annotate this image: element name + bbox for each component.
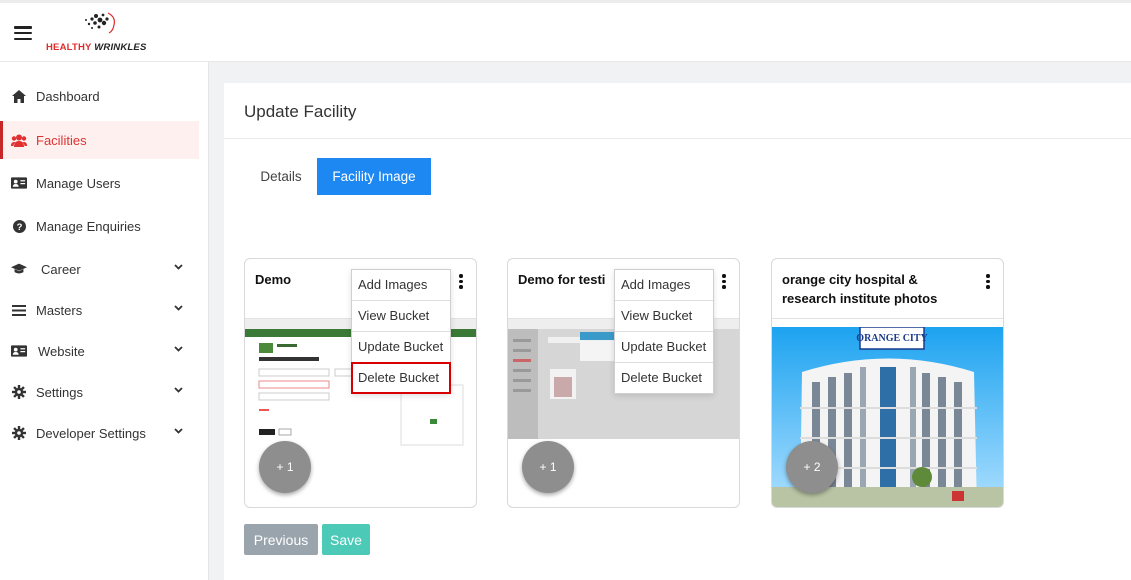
sidebar-item-website[interactable]: Website <box>0 332 199 370</box>
chevron-down-icon <box>174 264 183 270</box>
id-card-icon <box>11 343 27 359</box>
logo-text: HEALTHY WRINKLES <box>46 42 147 53</box>
kebab-menu-icon[interactable] <box>458 274 464 290</box>
update-bucket-menu-item[interactable]: Update Bucket <box>352 332 450 363</box>
sidebar-item-settings[interactable]: Settings <box>0 373 199 411</box>
svg-text:?: ? <box>16 222 22 233</box>
sidebar-item-manage-users[interactable]: Manage Users <box>0 164 199 202</box>
sidebar-item-career[interactable]: Career <box>0 250 199 288</box>
chevron-down-icon <box>174 305 183 311</box>
card-title: Demo <box>255 272 292 287</box>
sidebar-item-label: Career <box>41 261 81 277</box>
extra-images-count-badge[interactable]: + 1 <box>259 441 311 493</box>
extra-images-count-badge[interactable]: + 1 <box>522 441 574 493</box>
sidebar: Dashboard Facilities Manage Users ? Mana… <box>0 62 209 580</box>
sidebar-item-masters[interactable]: Masters <box>0 291 199 329</box>
view-bucket-menu-item[interactable]: View Bucket <box>352 301 450 332</box>
bucket-actions-menu: Add Images View Bucket Update Bucket Del… <box>351 269 451 394</box>
sidebar-item-facilities[interactable]: Facilities <box>0 121 199 159</box>
page-title: Update Facility <box>244 102 357 121</box>
save-button[interactable]: Save <box>322 524 370 555</box>
kebab-menu-icon[interactable] <box>985 274 991 290</box>
card-title: Demo for testi <box>518 272 606 287</box>
sidebar-item-label: Dashboard <box>36 88 100 104</box>
gear-icon <box>11 384 27 400</box>
update-bucket-menu-item[interactable]: Update Bucket <box>615 332 713 363</box>
logo-dots-icon <box>85 12 115 34</box>
add-images-menu-item[interactable]: Add Images <box>352 270 450 301</box>
extra-images-count-badge[interactable]: + 2 <box>786 441 838 493</box>
divider <box>772 318 1003 319</box>
view-bucket-menu-item[interactable]: View Bucket <box>615 301 713 332</box>
delete-bucket-menu-item[interactable]: Delete Bucket <box>351 362 451 394</box>
delete-bucket-menu-item[interactable]: Delete Bucket <box>615 363 713 393</box>
question-circle-icon: ? <box>11 218 27 234</box>
tab-details[interactable]: Details <box>246 158 316 195</box>
users-icon <box>11 132 27 148</box>
card-title: orange city hospital & research institute… <box>782 272 938 306</box>
update-facility-panel: Update Facility Details Facility Image D… <box>224 83 1131 580</box>
chevron-down-icon <box>174 428 183 434</box>
sidebar-item-label: Developer Settings <box>36 425 146 441</box>
bucket-actions-menu: Add Images View Bucket Update Bucket Del… <box>614 269 714 394</box>
brand-logo[interactable]: HEALTHY WRINKLES <box>46 11 156 57</box>
sidebar-item-dashboard[interactable]: Dashboard <box>0 77 199 115</box>
graduation-cap-icon <box>11 261 27 277</box>
hamburger-menu-icon[interactable] <box>14 26 32 41</box>
divider <box>224 138 1131 139</box>
home-icon <box>11 88 27 104</box>
chevron-down-icon <box>174 387 183 393</box>
add-images-menu-item[interactable]: Add Images <box>615 270 713 301</box>
chevron-down-icon <box>174 346 183 352</box>
sidebar-item-developer-settings[interactable]: Developer Settings <box>0 414 199 452</box>
sidebar-item-label: Website <box>38 343 85 359</box>
list-icon <box>11 302 27 318</box>
previous-button[interactable]: Previous <box>244 524 318 555</box>
tab-facility-image[interactable]: Facility Image <box>317 158 431 195</box>
id-card-icon <box>11 175 27 191</box>
sidebar-item-label: Facilities <box>36 132 87 148</box>
sidebar-item-label: Settings <box>36 384 83 400</box>
image-bucket-card: orange city hospital & research institute… <box>771 258 1004 508</box>
kebab-menu-icon[interactable] <box>721 274 727 290</box>
sidebar-item-label: Manage Enquiries <box>36 218 141 234</box>
top-header: HEALTHY WRINKLES <box>0 0 1131 62</box>
gear-icon <box>11 425 27 441</box>
svg-text:ORANGE CITY: ORANGE CITY <box>856 333 928 344</box>
sidebar-item-manage-enquiries[interactable]: ? Manage Enquiries <box>0 207 199 245</box>
sidebar-item-label: Masters <box>36 302 83 318</box>
sidebar-item-label: Manage Users <box>36 175 121 191</box>
